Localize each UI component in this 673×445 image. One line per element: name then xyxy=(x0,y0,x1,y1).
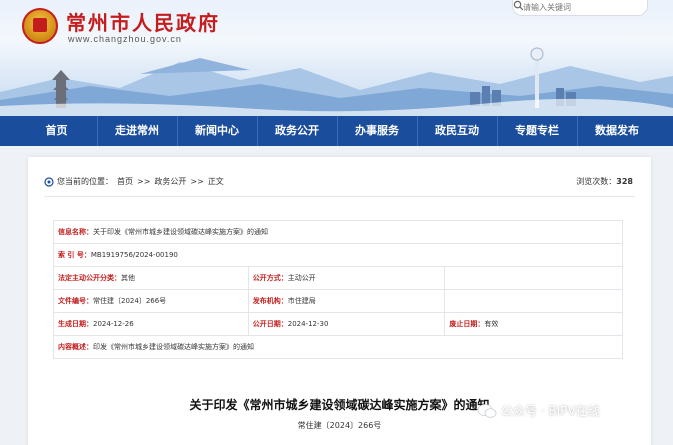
nav-item-data[interactable]: 数据发布 xyxy=(576,116,657,146)
info-name-label: 信息名称： xyxy=(58,228,93,236)
search-box[interactable] xyxy=(512,0,648,16)
legal-category-label: 法定主动公开分类： xyxy=(58,274,121,282)
open-mode-value: 主动公开 xyxy=(287,274,316,282)
index-cell: 索 引 号：MB1919756/2024-00190 xyxy=(53,243,623,267)
document-metadata-table: 信息名称：关于印发《常州市城乡建设领域碳达峰实施方案》的通知 索 引 号：MB1… xyxy=(53,220,623,359)
breadcrumb-home[interactable]: 首页 xyxy=(117,176,133,187)
watermark: 公众号 · BIPV在线 xyxy=(477,402,600,419)
info-name-cell: 信息名称：关于印发《常州市城乡建设领域碳达峰实施方案》的通知 xyxy=(53,220,623,244)
location-icon xyxy=(44,176,54,187)
doc-number-value: 常住建〔2024〕266号 xyxy=(93,297,167,305)
nav-item-gov-affairs[interactable]: 政务公开 xyxy=(256,116,337,146)
published-date-value: 2024-12-30 xyxy=(287,320,329,328)
site-name: 常州市人民政府 xyxy=(66,11,220,35)
watermark-text: 公众号 · BIPV在线 xyxy=(501,404,600,418)
main-nav: 首页 走进常州 新闻中心 政务公开 办事服务 政民互动 专题专栏 数据发布 xyxy=(0,116,673,146)
nav-item-interaction[interactable]: 政民互动 xyxy=(416,116,497,146)
nav-item-topics[interactable]: 专题专栏 xyxy=(496,116,577,146)
info-name-value: 关于印发《常州市城乡建设领域碳达峰实施方案》的通知 xyxy=(93,228,268,236)
legal-category-cell: 法定主动公开分类：其他 xyxy=(53,266,249,290)
published-date-cell: 公开日期：2024-12-30 xyxy=(247,312,446,336)
open-mode-label: 公开方式： xyxy=(252,274,288,282)
breadcrumb-separator: >> xyxy=(137,177,151,186)
open-mode-cell: 公开方式：主动公开 xyxy=(247,266,446,290)
national-emblem-icon xyxy=(22,8,58,44)
created-date-cell: 生成日期：2024-12-26 xyxy=(53,312,249,336)
site-domain: www.changzhou.gov.cn xyxy=(68,34,182,44)
issuer-label: 发布机构： xyxy=(252,297,288,305)
view-count-label: 浏览次数： xyxy=(576,177,617,186)
abolish-date-cell: 废止日期：有效 xyxy=(444,312,623,336)
breadcrumb-current: 正文 xyxy=(207,177,224,186)
created-date-value: 2024-12-26 xyxy=(93,320,134,328)
index-value: MB1919756/2024-00190 xyxy=(90,251,178,259)
index-label: 索 引 号： xyxy=(58,251,91,259)
empty-cell xyxy=(444,289,623,313)
search-icon[interactable] xyxy=(513,0,524,11)
breadcrumb-separator: >> xyxy=(190,177,204,186)
issuer-cell: 发布机构：市住建局 xyxy=(247,289,446,313)
nav-item-about[interactable]: 走进常州 xyxy=(96,116,177,146)
divider xyxy=(44,196,635,197)
legal-category-value: 其他 xyxy=(121,274,135,282)
created-date-label: 生成日期： xyxy=(58,320,93,328)
published-date-label: 公开日期： xyxy=(252,320,288,328)
view-count-value: 328 xyxy=(616,177,633,186)
nav-item-news[interactable]: 新闻中心 xyxy=(176,116,257,146)
view-count: 浏览次数：328 xyxy=(576,176,633,187)
breadcrumb-gov-affairs[interactable]: 政务公开 xyxy=(154,176,186,187)
breadcrumb: 您当前的位置： 首页 >> 政务公开 >> 正文 xyxy=(44,176,228,187)
issuer-value: 市住建局 xyxy=(287,297,316,305)
summary-value: 印发《常州市城乡建设领域碳达峰实施方案》的通知 xyxy=(93,343,254,351)
empty-cell xyxy=(444,266,623,290)
nav-item-home[interactable]: 首页 xyxy=(17,116,97,146)
abolish-date-value: 有效 xyxy=(484,320,499,328)
abolish-date-label: 废止日期： xyxy=(449,320,485,328)
nav-item-services[interactable]: 办事服务 xyxy=(336,116,417,146)
breadcrumb-prefix: 您当前的位置： xyxy=(57,177,113,186)
document-number: 常住建〔2024〕266号 xyxy=(297,421,382,430)
search-input[interactable] xyxy=(523,0,627,14)
summary-cell: 内容概述：印发《常州市城乡建设领域碳达峰实施方案》的通知 xyxy=(53,335,623,359)
summary-label: 内容概述： xyxy=(58,343,93,351)
wechat-icon xyxy=(477,403,497,418)
doc-number-label: 文件编号： xyxy=(58,297,93,305)
doc-number-cell: 文件编号：常住建〔2024〕266号 xyxy=(53,289,249,313)
header-banner: 常州市人民政府 www.changzhou.gov.cn xyxy=(0,0,673,116)
